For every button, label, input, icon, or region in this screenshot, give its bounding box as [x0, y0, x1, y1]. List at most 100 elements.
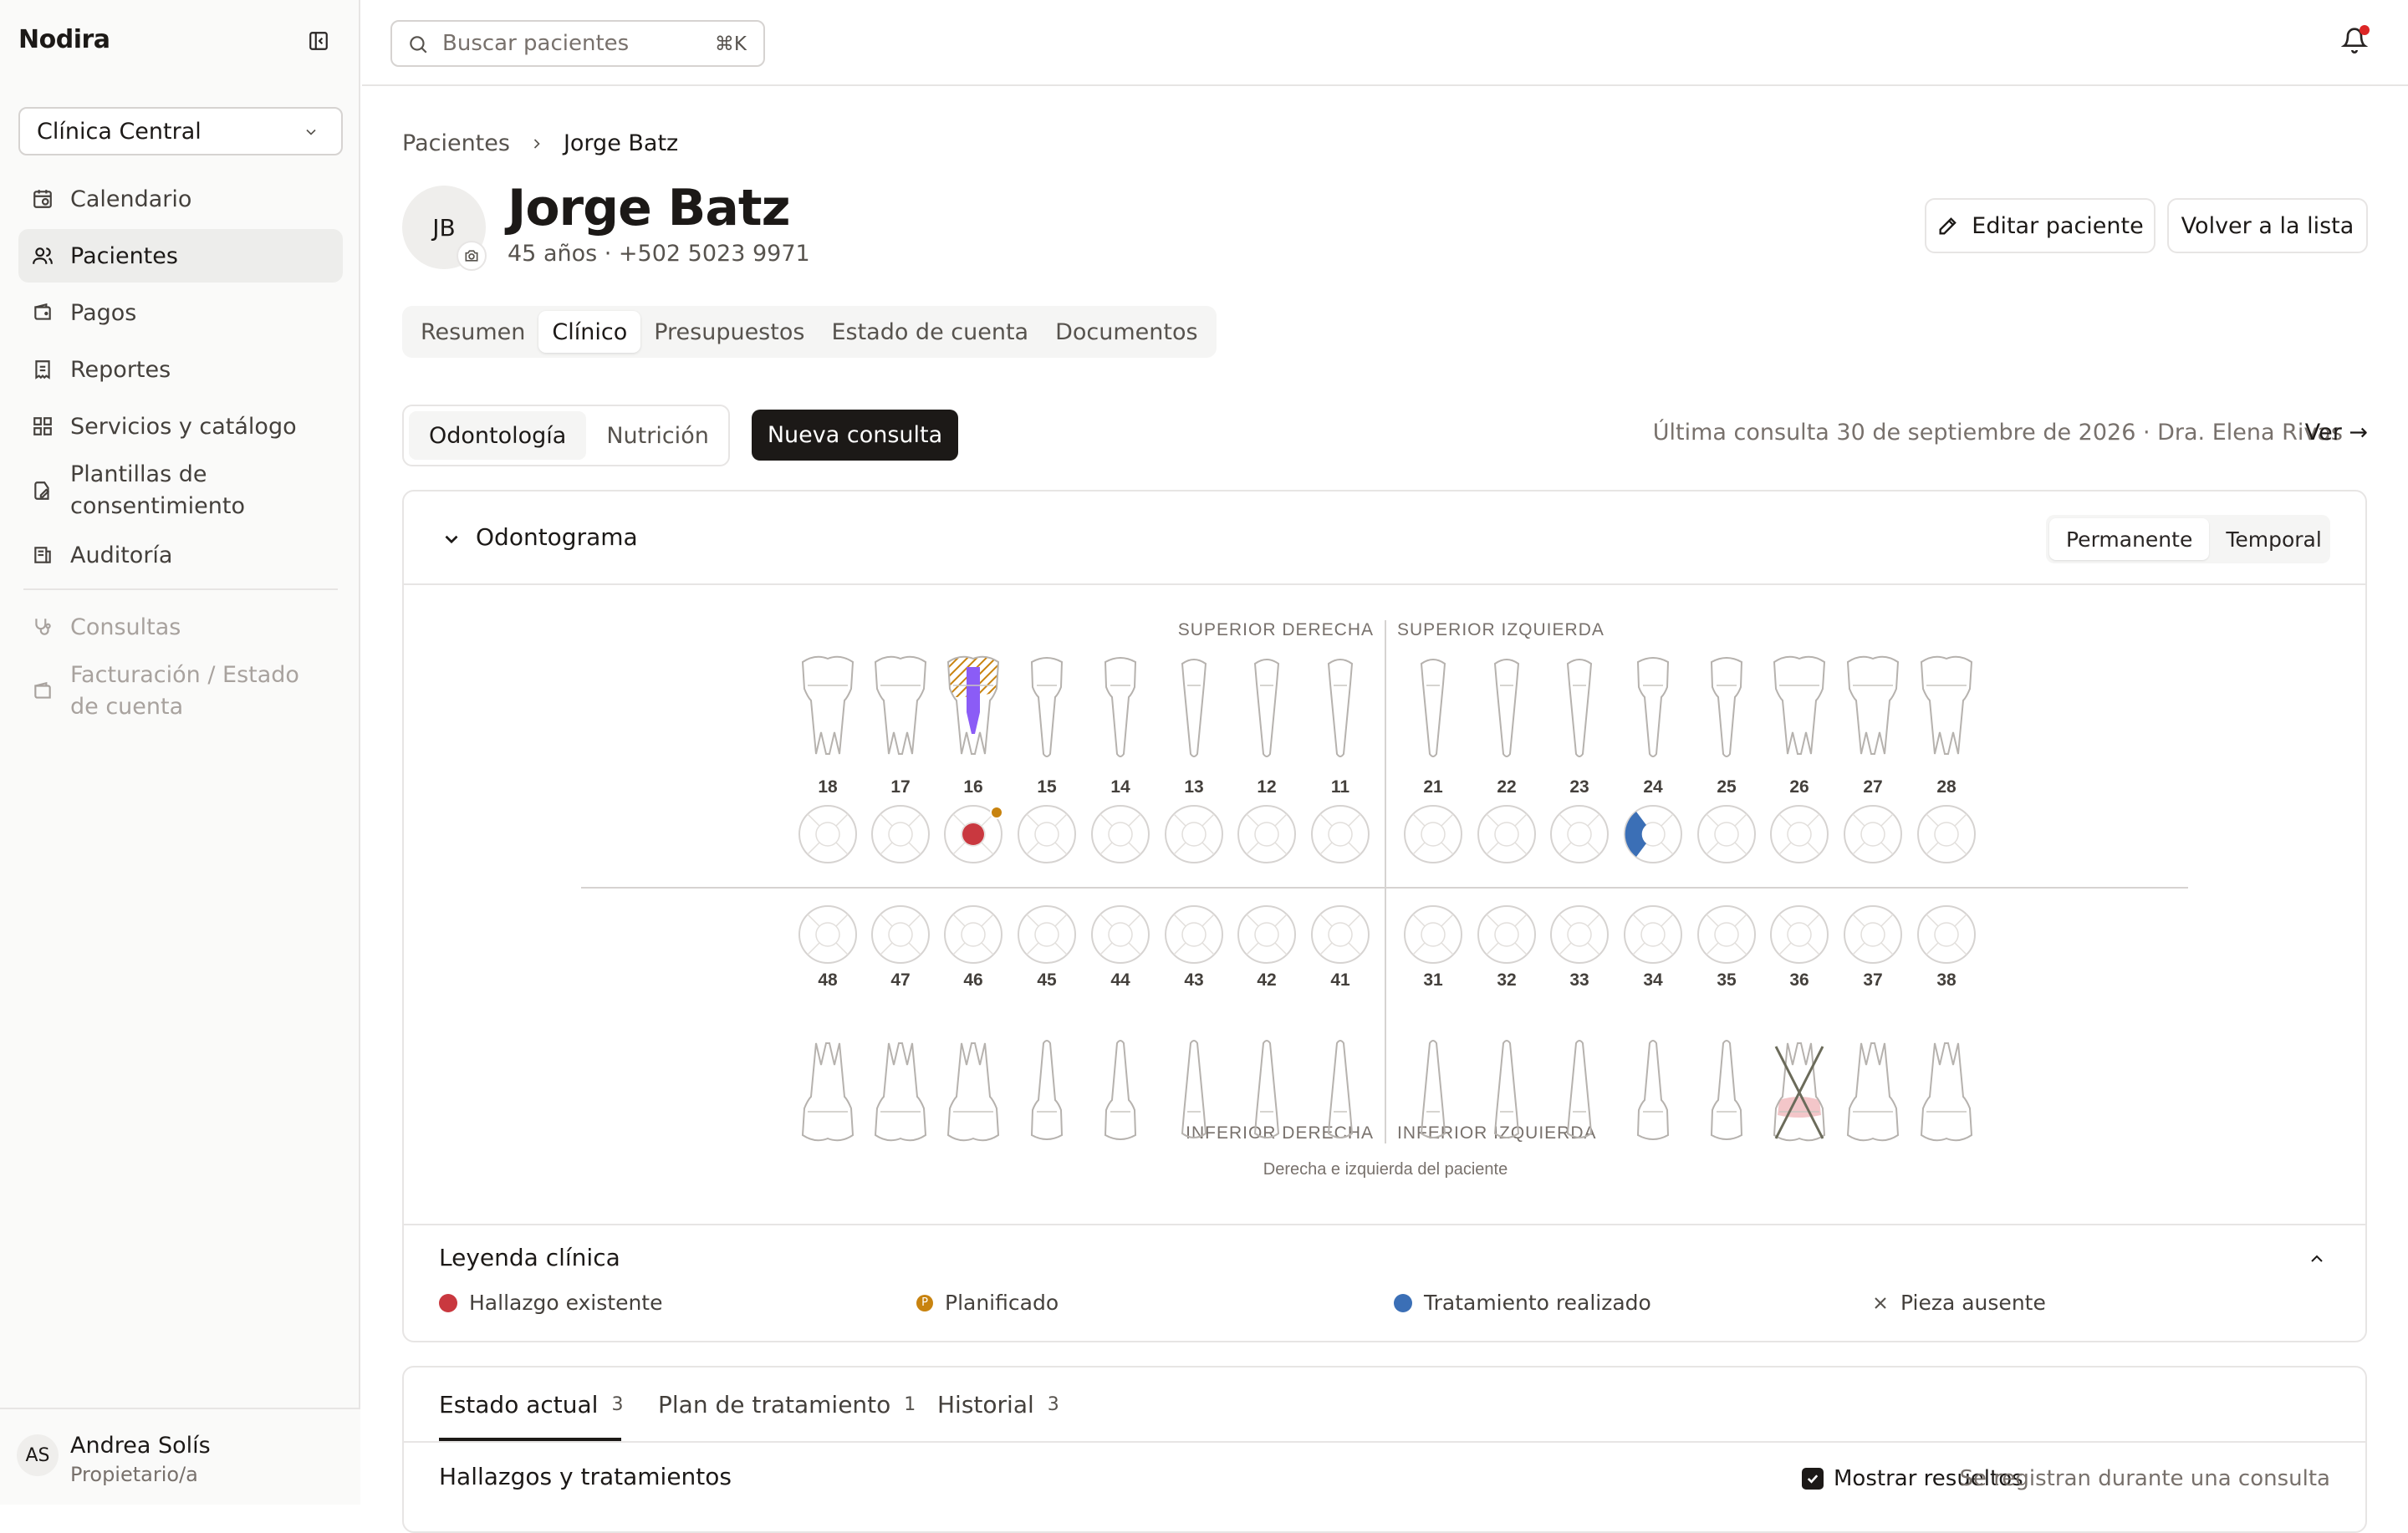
- tooth-14: [1104, 657, 1137, 757]
- tooth-number: 35: [1717, 970, 1737, 990]
- planned-badge-icon: P: [916, 1294, 933, 1311]
- back-to-list-label: Volver a la lista: [2181, 212, 2354, 239]
- tooth-38: [1920, 1042, 1973, 1142]
- tooth-12: [1253, 659, 1280, 757]
- tooth-outline: [1566, 659, 1593, 757]
- root-canal-mark: [967, 667, 980, 734]
- quadrant-label-ul: SUPERIOR IZQUIERDA: [1397, 620, 1604, 639]
- tab-estado-de-cuenta[interactable]: Estado de cuenta: [818, 311, 1042, 353]
- tooth-number: 17: [890, 777, 910, 797]
- view-consult-link[interactable]: Ver →: [2305, 420, 2368, 446]
- odontogram-title: Odontograma: [476, 523, 638, 551]
- tab-estado-actual[interactable]: Estado actual 3: [439, 1391, 623, 1418]
- tooth-outline: [801, 1042, 855, 1142]
- page-title: Jorge Batz: [508, 179, 790, 237]
- tab-presupuestos[interactable]: Presupuestos: [640, 311, 818, 353]
- sidebar-toggle-icon[interactable]: [308, 30, 329, 52]
- search-placeholder: Buscar pacientes: [442, 31, 630, 56]
- tooth-number: 21: [1423, 777, 1443, 797]
- tooth-outline: [1846, 655, 1900, 755]
- tooth-46: [946, 1042, 1000, 1142]
- checkbox-checked-icon[interactable]: [1802, 1468, 1824, 1490]
- clinic-selector[interactable]: Clínica Central: [18, 107, 343, 155]
- tab-label: Estado actual: [439, 1391, 599, 1418]
- tab-resumen[interactable]: Resumen: [407, 311, 538, 353]
- tooth-outline: [1636, 1040, 1670, 1140]
- tab-label: Plan de tratamiento: [658, 1391, 891, 1418]
- tooth-number: 41: [1330, 970, 1350, 990]
- sidebar-item-plantillas[interactable]: Plantillas de consentimiento: [18, 456, 343, 525]
- tooth-outline: [801, 655, 855, 755]
- tab-clinico[interactable]: Clínico: [538, 311, 641, 353]
- sidebar-item-servicios[interactable]: Servicios y catálogo: [18, 400, 343, 453]
- chevron-up-icon[interactable]: [2307, 1249, 2327, 1269]
- chevron-down-icon: [306, 129, 316, 135]
- pencil-icon: [1939, 217, 1957, 235]
- tooth-13: [1181, 659, 1207, 757]
- sidebar-item-calendario[interactable]: Calendario: [18, 172, 343, 226]
- tooth-17: [874, 655, 927, 755]
- tooth-44: [1104, 1040, 1137, 1140]
- register-note: Se registran durante una consulta: [1959, 1466, 2330, 1491]
- search-input[interactable]: Buscar pacientes ⌘K: [390, 20, 765, 67]
- topbar: Buscar pacientes ⌘K: [362, 0, 2408, 86]
- tooth-number: 38: [1936, 970, 1956, 990]
- finding-mark: [962, 823, 984, 845]
- surface-chart-44: [1091, 905, 1150, 964]
- tooth-25: [1710, 657, 1743, 757]
- surface-chart-25: [1697, 805, 1756, 863]
- tooth-45: [1030, 1040, 1064, 1140]
- sidebar-item-reportes[interactable]: Reportes: [18, 343, 343, 396]
- surface-chart-48: [798, 905, 857, 964]
- tooth-number: 45: [1037, 970, 1057, 990]
- tooth-number: 48: [818, 970, 838, 990]
- dentition-permanent[interactable]: Permanente: [2049, 518, 2210, 560]
- tab-documentos[interactable]: Documentos: [1042, 311, 1211, 353]
- segment-nutricion[interactable]: Nutrición: [586, 411, 728, 460]
- segment-odontologia[interactable]: Odontología: [409, 411, 587, 460]
- surface-chart-24: [1624, 805, 1682, 863]
- findings-card: Estado actual 3 Plan de tratamiento 1 Hi…: [402, 1366, 2367, 1533]
- dentition-temporal[interactable]: Temporal: [2209, 518, 2338, 560]
- breadcrumb-current: Jorge Batz: [563, 130, 679, 156]
- tab-count: 3: [611, 1394, 624, 1415]
- sidebar-item-pagos[interactable]: Pagos: [18, 286, 343, 339]
- camera-icon[interactable]: [457, 241, 487, 271]
- tooth-number: 31: [1423, 970, 1443, 990]
- search-shortcut: ⌘K: [714, 33, 747, 55]
- specialty-switch: Odontología Nutrición: [402, 405, 730, 466]
- users-icon: [33, 247, 53, 264]
- legend-absent: Pieza ausente: [1872, 1291, 2046, 1315]
- odontogram-header[interactable]: Odontograma Permanente Temporal: [404, 491, 2365, 585]
- tab-plan-de-tratamiento[interactable]: Plan de tratamiento 1: [658, 1391, 916, 1418]
- tab-historial[interactable]: Historial 3: [937, 1391, 1059, 1418]
- user-profile[interactable]: AS Andrea Solís Propietario/a: [0, 1408, 360, 1505]
- done-dot-icon: [1394, 1293, 1412, 1312]
- surface-chart-43: [1165, 905, 1223, 964]
- notification-badge: [2360, 25, 2370, 35]
- tooth-outline: [1920, 655, 1973, 755]
- sidebar-item-auditoria[interactable]: Auditoría: [18, 528, 343, 582]
- new-consult-button[interactable]: Nueva consulta: [752, 410, 958, 461]
- tooth-number: 26: [1789, 777, 1809, 797]
- quadrant-label-ur: SUPERIOR DERECHA: [1178, 620, 1374, 639]
- edit-patient-button[interactable]: Editar paciente: [1925, 198, 2155, 253]
- surface-chart-38: [1917, 905, 1976, 964]
- tooth-24: [1636, 657, 1670, 757]
- chevron-down-icon[interactable]: [441, 528, 462, 550]
- sidebar-item-facturacion: Facturación / Estado de cuenta: [18, 657, 343, 726]
- surface-chart-36: [1770, 905, 1829, 964]
- sidebar-item-pacientes[interactable]: Pacientes: [18, 229, 343, 283]
- back-to-list-button[interactable]: Volver a la lista: [2167, 198, 2368, 253]
- tooth-27: [1846, 655, 1900, 755]
- surface-chart-33: [1550, 905, 1609, 964]
- file-signature-icon: [34, 481, 50, 500]
- surface-chart-15: [1018, 805, 1076, 863]
- legend-finding-label: Hallazgo existente: [469, 1291, 663, 1315]
- surface-chart-16: [944, 805, 1003, 863]
- tab-count: 3: [1047, 1394, 1059, 1415]
- calendar-icon: [33, 190, 52, 208]
- breadcrumb-parent[interactable]: Pacientes: [402, 130, 510, 156]
- tooth-number: 16: [963, 777, 982, 797]
- tooth-outline: [874, 1042, 927, 1142]
